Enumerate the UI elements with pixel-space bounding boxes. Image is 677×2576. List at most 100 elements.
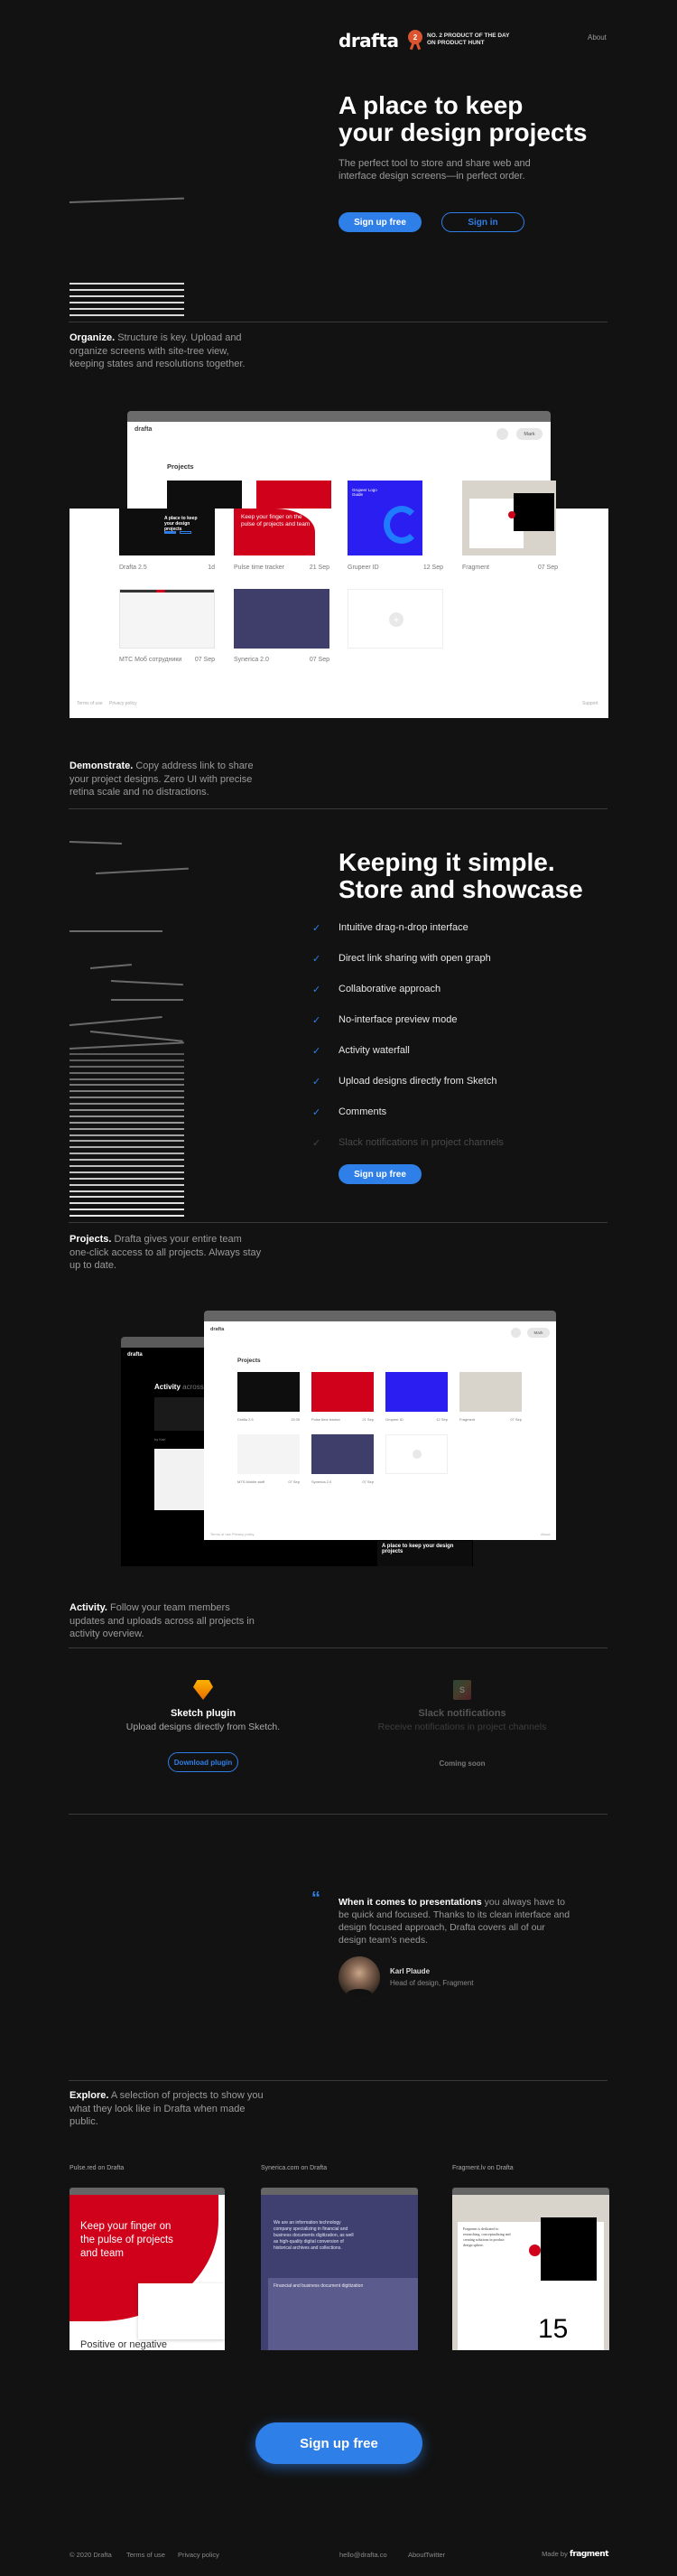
slack-notifications-card: S Slack notifications Receive notificati… — [372, 1680, 552, 1768]
decor-stripe — [70, 1209, 184, 1211]
decor-stripe — [70, 1103, 184, 1106]
project-caption: Synerica 2.0 07 Sep — [311, 1479, 374, 1484]
slack-icon: S — [453, 1680, 471, 1700]
download-plugin-button[interactable]: Download plugin — [168, 1752, 238, 1772]
explore-description: Explore. A selection of projects to show… — [70, 2089, 268, 2129]
footer-email-link[interactable]: hello@drafta.co — [339, 2551, 387, 2559]
decor-line-stack — [70, 1053, 184, 1221]
feature-label: Direct link sharing with open graph — [338, 953, 491, 964]
footer-privacy-link[interactable]: Privacy policy — [178, 2551, 219, 2559]
user-menu-button[interactable]: Mark — [516, 428, 543, 440]
explore-sub: Positive or negative — [80, 2339, 167, 2350]
projects-window-privacy[interactable]: Privacy policy — [232, 1532, 254, 1536]
features-title-line1: Keeping it simple. — [338, 848, 555, 876]
feature-label: Upload designs directly from Sketch — [338, 1076, 497, 1087]
feature-item: ✓ Collaborative approach — [312, 984, 441, 995]
hero-signup-button[interactable]: Sign up free — [338, 212, 422, 232]
add-project-tile[interactable]: + — [348, 589, 443, 649]
drafta-logo[interactable]: drafta — [338, 30, 399, 51]
project-caption: Fragment 07 Sep — [459, 1417, 522, 1422]
decor-stripe — [70, 1146, 184, 1149]
projects-heading: Projects — [237, 1358, 261, 1364]
thumb-title: Grupeer Logo Guide — [352, 488, 377, 497]
testimonial-quote: When it comes to presentations you alway… — [338, 1897, 570, 1946]
features-title: Keeping it simple. Store and showcase — [338, 849, 583, 903]
feature-item: ✓ Slack notifications in project channels — [312, 1137, 504, 1149]
footer-copyright: © 2020 Drafta — [70, 2551, 112, 2559]
decor-stripe — [70, 1190, 184, 1192]
hero-title-line1: A place to keep — [338, 91, 524, 119]
nav-about-link[interactable]: About — [588, 33, 607, 42]
check-icon: ✓ — [312, 922, 321, 934]
made-by-fragment[interactable]: Made by fragment — [542, 2550, 608, 2559]
preview-privacy-link[interactable]: Privacy policy — [109, 701, 137, 706]
lightbulb-icon[interactable] — [511, 1328, 521, 1338]
decor-line-stack — [70, 283, 184, 316]
project-thumb-drafta-top — [167, 481, 242, 509]
feature-item: ✓ Direct link sharing with open graph — [312, 953, 491, 965]
sketch-plugin-title: Sketch plugin — [170, 1708, 236, 1719]
preview-terms-link[interactable]: Terms of use — [77, 701, 103, 706]
hero-title: A place to keep your design projects — [338, 92, 587, 146]
projects-window-terms[interactable]: Terms of use — [210, 1532, 231, 1536]
feature-item: ✓ Comments — [312, 1106, 386, 1118]
projects-window — [204, 1311, 556, 1540]
activity-title: Activity. — [70, 1602, 107, 1613]
project-thumb[interactable] — [237, 1434, 300, 1474]
lightbulb-icon[interactable] — [496, 428, 508, 440]
features-signup-button[interactable]: Sign up free — [338, 1164, 422, 1184]
decor-stripe — [70, 1140, 184, 1143]
add-project-tile[interactable] — [385, 1434, 448, 1474]
decor-stripe — [70, 1059, 184, 1061]
explore-card-label: Fragment.lv on Drafta — [452, 2165, 514, 2171]
user-menu-button[interactable]: Mark — [527, 1328, 550, 1338]
decor-stripe — [70, 1202, 184, 1205]
check-icon: ✓ — [312, 1106, 321, 1118]
footer-terms-link[interactable]: Terms of use — [126, 2551, 165, 2559]
testimonial-role: Head of design, Fragment — [390, 1979, 474, 1987]
explore-card-synerica[interactable]: We are an information technology company… — [261, 2188, 418, 2350]
preview-support-link[interactable]: Support — [582, 701, 598, 706]
feature-label: Slack notifications in project channels — [338, 1137, 504, 1148]
decor-stripe — [70, 1078, 184, 1080]
project-thumb-fragment[interactable] — [462, 481, 556, 555]
project-thumb-drafta[interactable]: A place to keep your design projects — [119, 509, 215, 555]
decor-stripe — [70, 1177, 184, 1180]
sketch-icon — [193, 1680, 213, 1700]
hero-subtitle-line2: interface design screens—in perfect orde… — [338, 171, 525, 182]
projects-window-about[interactable]: About — [541, 1532, 550, 1536]
project-thumb-grupeer[interactable]: Grupeer Logo Guide — [348, 481, 422, 555]
coming-soon-label: Coming soon — [439, 1759, 486, 1768]
divider — [69, 1222, 607, 1223]
feature-item: ✓ Activity waterfall — [312, 1045, 410, 1057]
footer-about-link[interactable]: About — [408, 2551, 426, 2559]
decor-stripe — [70, 1127, 184, 1130]
project-thumb[interactable] — [237, 1372, 300, 1412]
project-thumb-pulse[interactable]: Keep your finger on the pulse of project… — [234, 509, 329, 555]
cta-signup-button[interactable]: Sign up free — [255, 2422, 422, 2464]
project-thumb-mts[interactable] — [119, 589, 215, 649]
decor-stripe — [70, 1053, 184, 1055]
project-thumb-synerica[interactable] — [234, 589, 329, 649]
project-caption: МТС Моб сотрудники 07 Sep — [119, 657, 215, 663]
decor-stripe — [70, 1196, 184, 1199]
project-caption: Drafta 2.5 13:39 — [237, 1417, 300, 1422]
explore-card-pulse[interactable]: Keep your finger on the pulse of project… — [70, 2188, 225, 2350]
product-hunt-badge[interactable]: 2 NO. 2 PRODUCT OF THE DAY ON PRODUCT HU… — [408, 30, 510, 51]
project-thumb[interactable] — [311, 1372, 374, 1412]
project-thumb[interactable] — [385, 1372, 448, 1412]
divider — [69, 1814, 607, 1815]
plus-icon — [413, 1450, 422, 1459]
hero-title-line2: your design projects — [338, 118, 588, 146]
hero-signin-button[interactable]: Sign in — [441, 212, 524, 232]
footer-twitter-link[interactable]: Twitter — [425, 2551, 445, 2559]
decor-stripe — [70, 1165, 184, 1168]
decor-stripe — [70, 1153, 184, 1155]
feature-label: No-interface preview mode — [338, 1014, 458, 1025]
decor-line — [69, 197, 184, 203]
decor-stripe — [70, 1065, 184, 1068]
project-thumb[interactable] — [311, 1434, 374, 1474]
project-thumb[interactable] — [459, 1372, 522, 1412]
explore-card-fragment[interactable]: Fragment is dedicated to researching, co… — [452, 2188, 609, 2350]
feature-item: ✓ Intuitive drag-n-drop interface — [312, 922, 468, 934]
